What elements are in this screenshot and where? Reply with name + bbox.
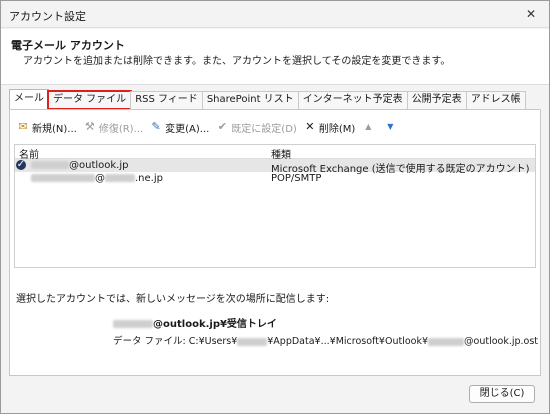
close-icon[interactable]: ✕ xyxy=(523,6,539,22)
wrench-icon: ⚒ xyxy=(84,120,95,133)
account-type: POP/SMTP xyxy=(271,173,322,184)
dialog-header: 電子メール アカウント アカウントを追加または削除できます。また、アカウントを選… xyxy=(1,29,549,85)
title-bar: アカウント設定 ✕ xyxy=(1,1,549,28)
data-file-path-suffix: @outlook.jp.ost xyxy=(464,336,539,347)
account-list[interactable]: 名前 種類 ✓ @outlook.jp Microsoft Exchange (… xyxy=(14,144,536,268)
repair-button-label: 修復(R)... xyxy=(98,123,144,135)
default-account-check-icon: ✓ xyxy=(16,159,26,170)
tab-internet-calendars[interactable]: インターネット予定表 xyxy=(297,91,408,109)
move-up-button[interactable]: ▲ xyxy=(361,120,377,134)
change-button-label: 変更(A)... xyxy=(165,123,210,135)
set-default-button-label: 既定に設定(D) xyxy=(231,123,297,135)
redacted-text xyxy=(105,174,135,182)
tab-data-files[interactable]: データ ファイル xyxy=(46,90,133,110)
close-button[interactable]: 閉じる(C) xyxy=(469,385,535,403)
redacted-text xyxy=(31,174,95,182)
delivery-destination: @outlook.jp¥受信トレイ xyxy=(113,315,277,330)
tab-strip: メール データ ファイル RSS フィード SharePoint リスト インタ… xyxy=(9,89,526,110)
delivery-destination-text: @outlook.jp¥受信トレイ xyxy=(153,319,277,330)
arrow-up-icon: ▲ xyxy=(365,122,372,131)
account-toolbar: ✉ 新規(N)... ⚒ 修復(R)... ✎ 変更(A)... ✔ 既定に設定… xyxy=(16,118,405,136)
account-name-domain: @outlook.jp xyxy=(69,160,129,171)
data-file-path-prefix: データ ファイル: C:¥Users¥ xyxy=(113,336,238,347)
delete-button[interactable]: ✕ 削除(M) xyxy=(303,120,355,135)
header-description: アカウントを追加または削除できます。また、アカウントを選択してその設定を変更でき… xyxy=(23,56,451,67)
tab-sharepoint-lists[interactable]: SharePoint リスト xyxy=(201,91,299,109)
tab-address-books[interactable]: アドレス帳 xyxy=(465,91,526,109)
tab-published-calendars[interactable]: 公開予定表 xyxy=(406,91,467,109)
delivery-label: 選択したアカウントでは、新しいメッセージを次の場所に配信します: xyxy=(16,294,330,305)
account-name: @outlook.jp xyxy=(31,160,129,171)
new-button-label: 新規(N)... xyxy=(32,123,77,135)
change-icon: ✎ xyxy=(151,120,161,133)
window-title: アカウント設定 xyxy=(9,10,86,23)
tab-rss-feeds[interactable]: RSS フィード xyxy=(130,91,203,109)
data-file-path: データ ファイル: C:¥Users¥ ¥AppData¥...¥Microsof… xyxy=(113,333,538,347)
new-mail-icon: ✉ xyxy=(18,120,28,133)
mail-tab-panel: ✉ 新規(N)... ⚒ 修復(R)... ✎ 変更(A)... ✔ 既定に設定… xyxy=(9,109,541,376)
account-row[interactable]: @ .ne.jp POP/SMTP xyxy=(15,172,535,185)
repair-button[interactable]: ⚒ 修復(R)... xyxy=(83,120,143,135)
change-button[interactable]: ✎ 変更(A)... xyxy=(149,120,210,135)
data-file-path-mid: ¥AppData¥...¥Microsoft¥Outlook¥ xyxy=(267,336,429,347)
tab-mail[interactable]: メール xyxy=(9,89,49,109)
redacted-text xyxy=(237,337,268,346)
redacted-text xyxy=(31,161,69,169)
check-circle-icon: ✔ xyxy=(217,120,227,133)
delete-button-label: 削除(M) xyxy=(318,123,356,135)
delete-x-icon: ✕ xyxy=(305,120,315,133)
redacted-text xyxy=(113,320,153,328)
set-default-button[interactable]: ✔ 既定に設定(D) xyxy=(215,120,297,135)
redacted-text xyxy=(428,337,465,346)
account-name-at: @ xyxy=(95,173,105,184)
move-down-button[interactable]: ▼ xyxy=(383,120,399,134)
arrow-down-icon: ▼ xyxy=(387,122,394,131)
new-button[interactable]: ✉ 新規(N)... xyxy=(16,120,77,135)
account-settings-window: アカウント設定 ✕ 電子メール アカウント アカウントを追加または削除できます。… xyxy=(0,0,550,414)
account-list-header: 名前 種類 xyxy=(15,145,535,161)
account-row[interactable]: ✓ @outlook.jp Microsoft Exchange (送信で使用す… xyxy=(15,159,535,175)
header-title: 電子メール アカウント xyxy=(11,39,125,52)
account-name-domain: .ne.jp xyxy=(135,173,163,184)
account-name: @ .ne.jp xyxy=(31,173,163,184)
